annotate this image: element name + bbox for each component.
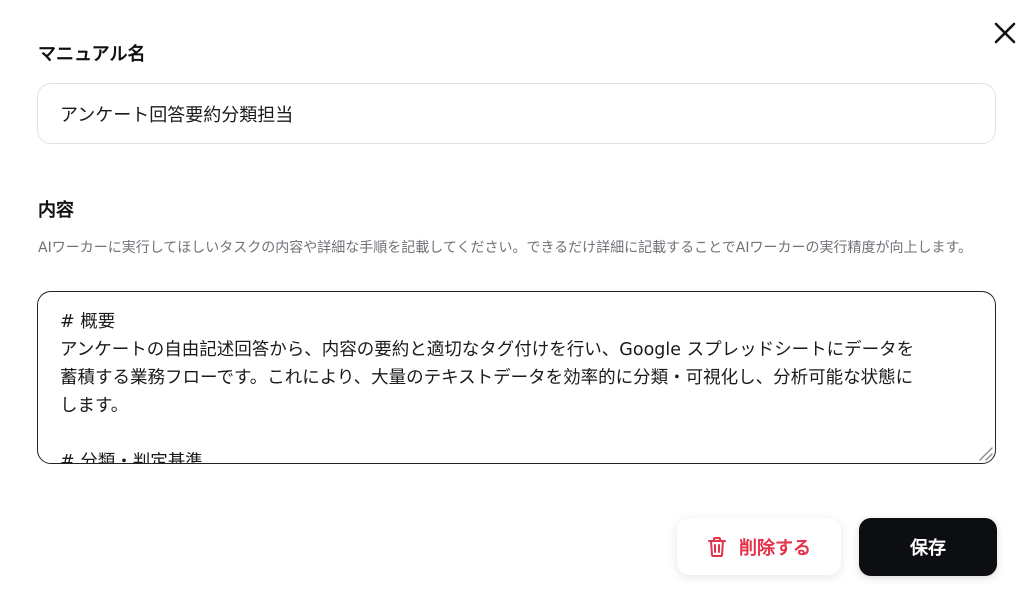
content-line: # 分類・判定基準 [60, 452, 203, 464]
delete-button[interactable]: 削除する [677, 518, 841, 575]
content-line [60, 420, 973, 448]
content-textarea[interactable]: # 概要 アンケートの自由記述回答から、内容の要約と適切なタグ付けを行い、Goo… [37, 291, 996, 464]
trash-icon [708, 536, 726, 557]
manual-edit-dialog: マニュアル名 内容 AIワーカーに実行してほしいタスクの内容や詳細な手順を記載し… [0, 0, 1026, 598]
content-line: 蓄積する業務フローです。これにより、大量のテキストデータを効率的に分類・可視化し… [60, 368, 914, 388]
content-helper-text: AIワーカーに実行してほしいタスクの内容や詳細な手順を記載してください。できるだ… [38, 240, 973, 256]
content-line: アンケートの自由記述回答から、内容の要約と適切なタグ付けを行い、Google ス… [60, 340, 915, 360]
content-line: します。 [60, 396, 129, 416]
manual-name-input[interactable] [37, 83, 996, 144]
resize-handle-icon[interactable] [977, 445, 993, 461]
save-button[interactable]: 保存 [859, 518, 997, 576]
delete-button-label: 削除する [739, 537, 811, 559]
close-button[interactable] [988, 16, 1022, 50]
close-icon [994, 22, 1016, 44]
manual-name-label: マニュアル名 [38, 44, 146, 65]
content-line: # 概要 [60, 312, 116, 332]
content-label: 内容 [38, 200, 74, 221]
